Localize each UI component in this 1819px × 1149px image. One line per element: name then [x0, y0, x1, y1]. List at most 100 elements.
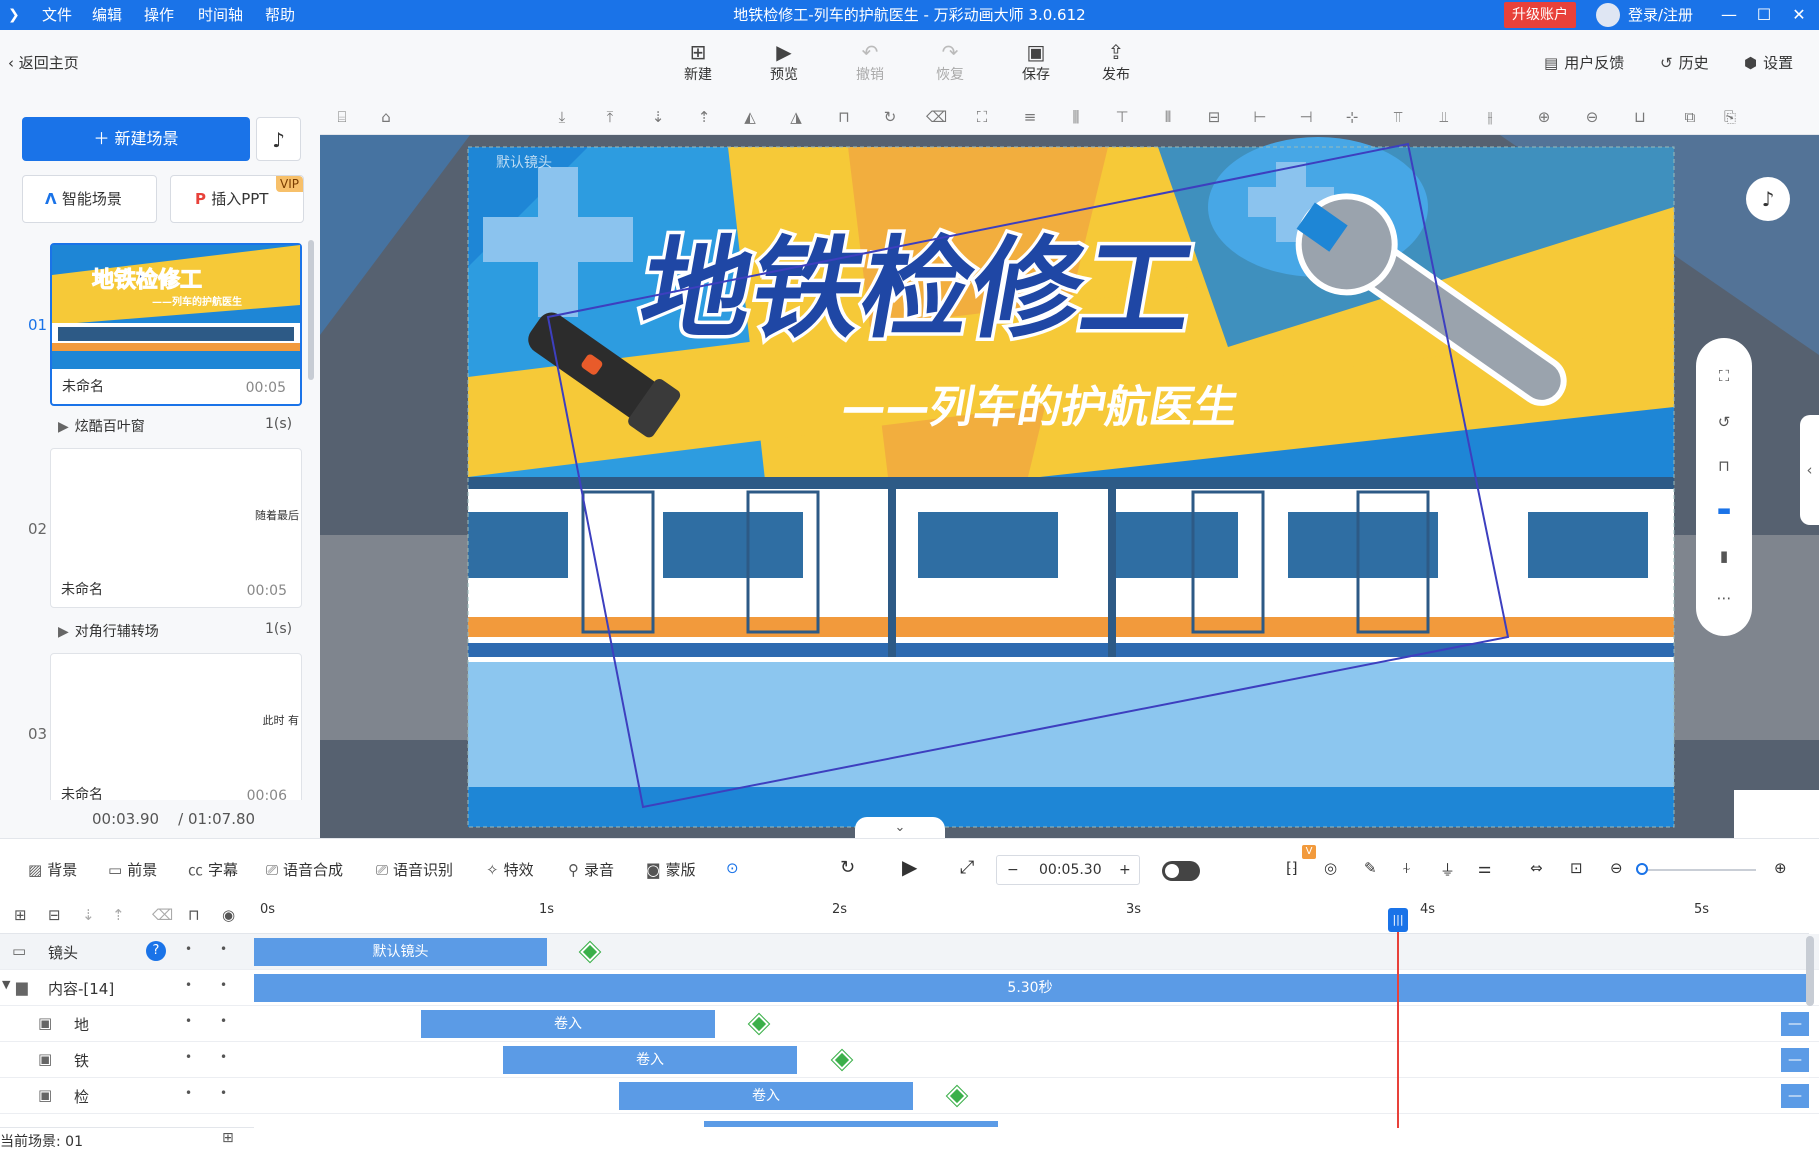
lock-dot[interactable]: • — [220, 978, 227, 992]
new-button[interactable]: ⊞ 新建 — [668, 40, 728, 84]
align-middle-icon[interactable]: ⫼ — [1066, 107, 1086, 127]
toggle-switch[interactable] — [1162, 861, 1200, 881]
filter-icon[interactable]: ⏚ — [1440, 859, 1455, 880]
more-icon[interactable]: ⋯ — [1714, 588, 1734, 608]
subtitle-button[interactable]: ㏄字幕 — [188, 859, 238, 880]
foreground-button[interactable]: ▭ 前景 — [108, 859, 157, 880]
help-icon[interactable]: ? — [146, 941, 166, 961]
home-view-icon[interactable]: ⌂ — [376, 107, 396, 127]
move-top-icon[interactable]: ⤒ — [600, 107, 620, 127]
align-left-icon[interactable]: ⊢ — [1250, 107, 1270, 127]
exit-clip-icon[interactable]: — — [1781, 1012, 1809, 1036]
center-v-icon[interactable]: ⫲ — [1480, 107, 1500, 127]
minus-icon[interactable]: − — [1007, 856, 1019, 884]
keyframe-add-icon[interactable] — [830, 1048, 854, 1072]
transition-item[interactable]: ▶ 对角行辅转场 — [58, 621, 159, 641]
track-item[interactable]: ▣ 铁 • • 卷入 — — [0, 1042, 1819, 1078]
visibility-dot[interactable]: • — [185, 942, 192, 956]
publish-button[interactable]: ⇪ 发布 — [1086, 40, 1146, 84]
animation-clip[interactable]: 卷入 — [619, 1082, 913, 1110]
lock-icon[interactable]: ⊓ — [1714, 456, 1734, 476]
zoom-out-icon[interactable]: ⊖ — [1610, 859, 1623, 877]
canvas-title[interactable]: 地铁检修工 — [628, 222, 1208, 357]
camera-icon[interactable]: ◎ — [1324, 859, 1337, 877]
minimize-icon[interactable]: — — [1714, 0, 1744, 30]
record-button[interactable]: ⚲ 录音 — [568, 859, 614, 880]
login-button[interactable]: 登录/注册 — [1596, 0, 1693, 30]
exit-clip-icon[interactable]: — — [1781, 1084, 1809, 1108]
top-align-icon[interactable]: ⫪ — [1388, 107, 1408, 127]
screen-icon[interactable]: ▬ — [1714, 500, 1734, 520]
transition-item[interactable]: ▶ 炫酷百叶窗 — [58, 416, 145, 436]
distribute-v-icon[interactable]: ⊟ — [1204, 107, 1224, 127]
trash-icon[interactable]: ⌫ — [152, 906, 173, 924]
keyframe-add-icon[interactable] — [578, 940, 602, 964]
collapse-panel-icon[interactable]: ‹ — [1800, 415, 1819, 525]
visibility-dot[interactable]: • — [185, 1050, 192, 1064]
rotate-icon[interactable]: ↺ — [1714, 412, 1734, 432]
animation-clip[interactable]: 卷入 — [421, 1010, 715, 1038]
flip-h-icon[interactable]: ◭ — [740, 107, 760, 127]
align-right-icon[interactable]: ⊣ — [1296, 107, 1316, 127]
feedback-button[interactable]: ▤ 用户反馈 — [1544, 52, 1624, 73]
ratio-icon[interactable]: ⊡ — [1570, 859, 1583, 877]
fit-width-icon[interactable]: ⇔ — [1530, 859, 1543, 877]
back-home-button[interactable]: ‹ 返回主页 — [8, 52, 79, 73]
music-button[interactable]: ♪ — [256, 117, 301, 161]
background-button[interactable]: ▨ 背景 — [28, 859, 77, 880]
delete-icon[interactable]: ⌫ — [926, 107, 947, 127]
asr-button[interactable]: ⎚ 语音识别 — [376, 859, 453, 880]
lock-icon[interactable]: ⊓ — [188, 906, 200, 924]
play-icon[interactable]: ▶ — [902, 855, 917, 879]
align-center-icon[interactable]: ≡ — [1020, 107, 1040, 127]
lock-dot[interactable]: • — [220, 1086, 227, 1100]
distribute-h-icon[interactable]: ⫴ — [1158, 107, 1178, 127]
format-painter-icon[interactable]: ⌸ — [332, 107, 352, 127]
bottom-align-icon[interactable]: ⫫ — [1434, 107, 1454, 127]
scene-scrollbar[interactable] — [308, 240, 314, 380]
mobile-icon[interactable]: ▮ — [1714, 546, 1734, 566]
zoom-slider[interactable] — [1636, 863, 1756, 875]
visibility-dot[interactable]: • — [185, 978, 192, 992]
add-layer-icon[interactable]: ⊟ — [48, 906, 61, 924]
scene-thumbnail-03[interactable]: 此时 有 未命名 00:06 — [50, 653, 302, 813]
visibility-dot[interactable]: • — [185, 1014, 192, 1028]
save-button[interactable]: ▣ 保存 — [1006, 40, 1066, 84]
content-clip[interactable]: 5.30秒 — [254, 974, 1806, 1002]
canvas-subtitle[interactable]: ——列车的护航医生 — [838, 382, 1243, 433]
track-camera[interactable]: ▭ 镜头 ? • • 默认镜头 — [0, 934, 1819, 970]
expand-icon[interactable]: ⤢ — [960, 857, 974, 878]
timeline-scrollbar[interactable] — [1806, 936, 1814, 1006]
redo-button[interactable]: ↷ 恢复 — [920, 40, 980, 84]
zoom-in-icon[interactable]: ⊕ — [1774, 859, 1787, 877]
smart-scene-button[interactable]: Ʌ 智能场景 — [22, 175, 157, 223]
undo-button[interactable]: ↶ 撤销 — [840, 40, 900, 84]
exit-clip-icon[interactable]: — — [1781, 1048, 1809, 1072]
new-scene-button[interactable]: ＋ 新建场景 — [22, 117, 250, 161]
camera-clip[interactable]: 默认镜头 — [254, 938, 547, 966]
move-up-icon[interactable]: ⇡ — [112, 906, 125, 924]
eye-icon[interactable]: ◉ — [222, 906, 235, 924]
insert-ppt-button[interactable]: P 插入PPT VIP — [170, 175, 304, 223]
lock-dot[interactable]: • — [220, 942, 227, 956]
time-ruler[interactable]: 0s 1s 2s 3s 4s 5s — [254, 898, 1809, 934]
settings-button[interactable]: ⬢ 设置 — [1744, 52, 1793, 73]
maximize-icon[interactable]: ☐ — [1749, 0, 1779, 30]
track-item[interactable]: ▣ 检 • • 卷入 — — [0, 1078, 1819, 1114]
zoom-in-icon[interactable]: ⊕ — [1534, 107, 1554, 127]
adjust-icon[interactable]: ⚌ — [1478, 859, 1491, 877]
scene-list-icon[interactable]: ⊞ — [222, 1130, 234, 1146]
keyframe-add-icon[interactable] — [747, 1012, 771, 1036]
center-h-icon[interactable]: ⊹ — [1342, 107, 1362, 127]
expand-arrow-icon[interactable]: ▼ — [2, 978, 10, 991]
lock-dot[interactable]: • — [220, 1014, 227, 1028]
unlock-icon[interactable]: ⊔ — [1630, 107, 1650, 127]
copy-icon[interactable]: ⧉ — [1680, 107, 1700, 127]
more-tools-icon[interactable]: ⊙ — [726, 859, 739, 877]
scene-thumbnail-01[interactable]: 地铁检修工 ——列车的护航医生 未命名 00:05 — [50, 243, 302, 406]
history-button[interactable]: ↺ 历史 — [1660, 52, 1709, 73]
rotate-icon[interactable]: ↻ — [880, 107, 900, 127]
visibility-dot[interactable]: • — [185, 1086, 192, 1100]
animation-clip-partial[interactable] — [704, 1121, 998, 1127]
flip-v-icon[interactable]: ◮ — [786, 107, 806, 127]
